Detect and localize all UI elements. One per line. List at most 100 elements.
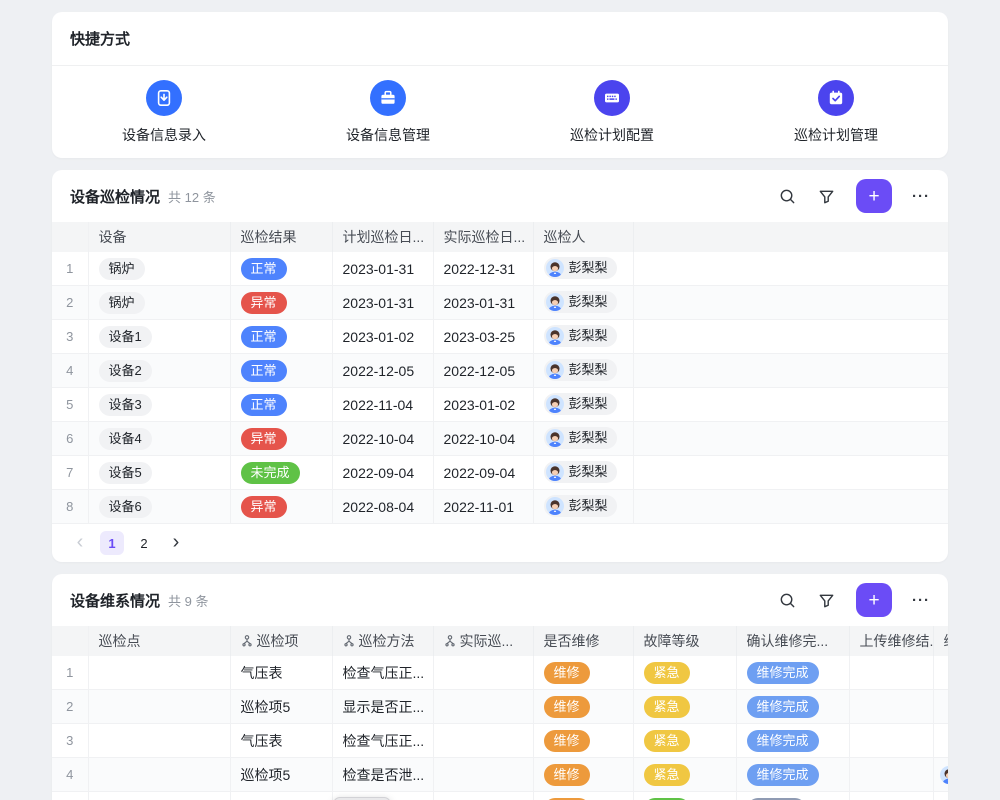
cell-planned-date[interactable]: 2022-12-05 [332,354,433,388]
cell-repair[interactable]: 维修 [533,724,633,758]
cell-device[interactable]: 设备2 [88,354,230,388]
cell-device[interactable]: 设备3 [88,388,230,422]
cell-upload[interactable] [849,724,933,758]
cell-upload[interactable] [849,792,933,800]
cell-level[interactable]: 重要 [633,792,736,800]
cell-device[interactable]: 锅炉 [88,252,230,286]
cell-planned-date[interactable]: 2022-11-04 [332,388,433,422]
cell-method[interactable]: 检查气压正... [332,724,433,758]
cell-actual-date[interactable]: 2022-11-01 [433,490,533,524]
cell-confirm[interactable]: 维修完成 [736,656,849,690]
cell-result[interactable]: 异常 [230,490,332,524]
cell-level[interactable]: 紧急 [633,758,736,792]
column-header-point[interactable]: 巡检点 [88,626,230,656]
cell-planned-date[interactable]: 2023-01-31 [332,286,433,320]
filter-icon[interactable] [817,187,836,206]
pagination-prev-icon[interactable]: ‹ [68,530,92,556]
cell-empty[interactable] [633,388,948,422]
cell-result[interactable]: 异常 [230,422,332,456]
shortcut-inspection-plan-manage[interactable]: 巡检计划管理 [724,80,948,145]
cell-inspector[interactable]: 彭梨梨 [533,354,633,388]
cell-planned-date[interactable]: 2023-01-31 [332,252,433,286]
cell-item[interactable]: 巡检项5 [230,690,332,724]
more-icon[interactable]: ··· [912,592,930,609]
cell-actual-date[interactable]: 2022-12-31 [433,252,533,286]
cell-device[interactable]: 设备1 [88,320,230,354]
cell-point[interactable] [88,792,230,800]
cell-result[interactable]: 正常 [230,252,332,286]
cell-empty[interactable] [633,320,948,354]
cell-confirm[interactable]: 维修完成 [736,758,849,792]
cell-inspector[interactable]: 彭梨梨 [533,286,633,320]
cell-actual[interactable] [433,690,533,724]
cell-upload[interactable] [849,690,933,724]
cell-actual-date[interactable]: 2023-03-25 [433,320,533,354]
cell-repair[interactable]: 维修 [533,758,633,792]
cell-point[interactable] [88,758,230,792]
cell-repair[interactable]: 维修 [533,690,633,724]
column-header-maintainer[interactable]: 维 [933,626,948,656]
cell-level[interactable]: 紧急 [633,690,736,724]
cell-inspector[interactable]: 彭梨梨 [533,320,633,354]
cell-actual[interactable] [433,656,533,690]
cell-actual[interactable] [433,724,533,758]
cell-maintainer[interactable] [933,690,948,724]
cell-actual-date[interactable]: 2022-10-04 [433,422,533,456]
cell-confirm[interactable]: 维修中 [736,792,849,800]
cell-repair[interactable]: 维修 [533,656,633,690]
cell-upload[interactable] [849,656,933,690]
cell-maintainer[interactable] [933,758,948,792]
cell-actual-date[interactable]: 2023-01-02 [433,388,533,422]
cell-empty[interactable] [633,456,948,490]
cell-empty[interactable] [633,252,948,286]
cell-planned-date[interactable]: 2022-10-04 [332,422,433,456]
search-icon[interactable] [778,187,797,206]
cell-actual[interactable] [433,758,533,792]
cell-planned-date[interactable]: 2023-01-02 [332,320,433,354]
cell-inspector[interactable]: 彭梨梨 [533,490,633,524]
cell-method[interactable]: 检查是否泄... [332,758,433,792]
pagination-page-2[interactable]: 2 [132,531,156,555]
shortcut-inspection-plan-config[interactable]: 巡检计划配置 [500,80,724,145]
cell-item[interactable]: 巡检项5 [230,792,332,800]
cell-result[interactable]: 正常 [230,320,332,354]
cell-result[interactable]: 正常 [230,388,332,422]
cell-actual[interactable] [433,792,533,800]
cell-result[interactable]: 未完成 [230,456,332,490]
cell-item[interactable]: 气压表 [230,724,332,758]
pagination-next-icon[interactable]: › [164,530,188,556]
column-header-method[interactable]: 巡检方法 [332,626,433,656]
cell-repair[interactable]: 维修 [533,792,633,800]
column-header-planned-date[interactable]: 计划巡检日... [332,222,433,252]
more-icon[interactable]: ··· [912,188,930,205]
cell-upload[interactable] [849,758,933,792]
cell-actual-date[interactable]: 2022-12-05 [433,354,533,388]
cell-device[interactable]: 设备5 [88,456,230,490]
cell-device[interactable]: 锅炉 [88,286,230,320]
shortcut-device-info-manage[interactable]: 设备信息管理 [276,80,500,145]
cell-empty[interactable] [633,422,948,456]
column-header-upload[interactable]: 上传维修结... [849,626,933,656]
cell-empty[interactable] [633,354,948,388]
cell-method[interactable]: 检查气压正... [332,656,433,690]
cell-item[interactable]: 气压表 [230,656,332,690]
cell-inspector[interactable]: 彭梨梨 [533,388,633,422]
cell-confirm[interactable]: 维修完成 [736,724,849,758]
cell-maintainer[interactable] [933,792,948,800]
shortcut-device-info-entry[interactable]: 设备信息录入 [52,80,276,145]
search-icon[interactable] [778,591,797,610]
cell-item[interactable]: 巡检项5 [230,758,332,792]
column-header-result[interactable]: 巡检结果 [230,222,332,252]
cell-actual-date[interactable]: 2022-09-04 [433,456,533,490]
column-header-repair[interactable]: 是否维修 [533,626,633,656]
cell-point[interactable] [88,690,230,724]
cell-maintainer[interactable] [933,656,948,690]
cell-maintainer[interactable] [933,724,948,758]
add-record-button[interactable]: + [856,179,892,213]
cell-level[interactable]: 紧急 [633,656,736,690]
cell-device[interactable]: 设备4 [88,422,230,456]
add-record-button[interactable]: + [856,583,892,617]
cell-point[interactable] [88,724,230,758]
column-header-confirm[interactable]: 确认维修完... [736,626,849,656]
pagination-page-1[interactable]: 1 [100,531,124,555]
